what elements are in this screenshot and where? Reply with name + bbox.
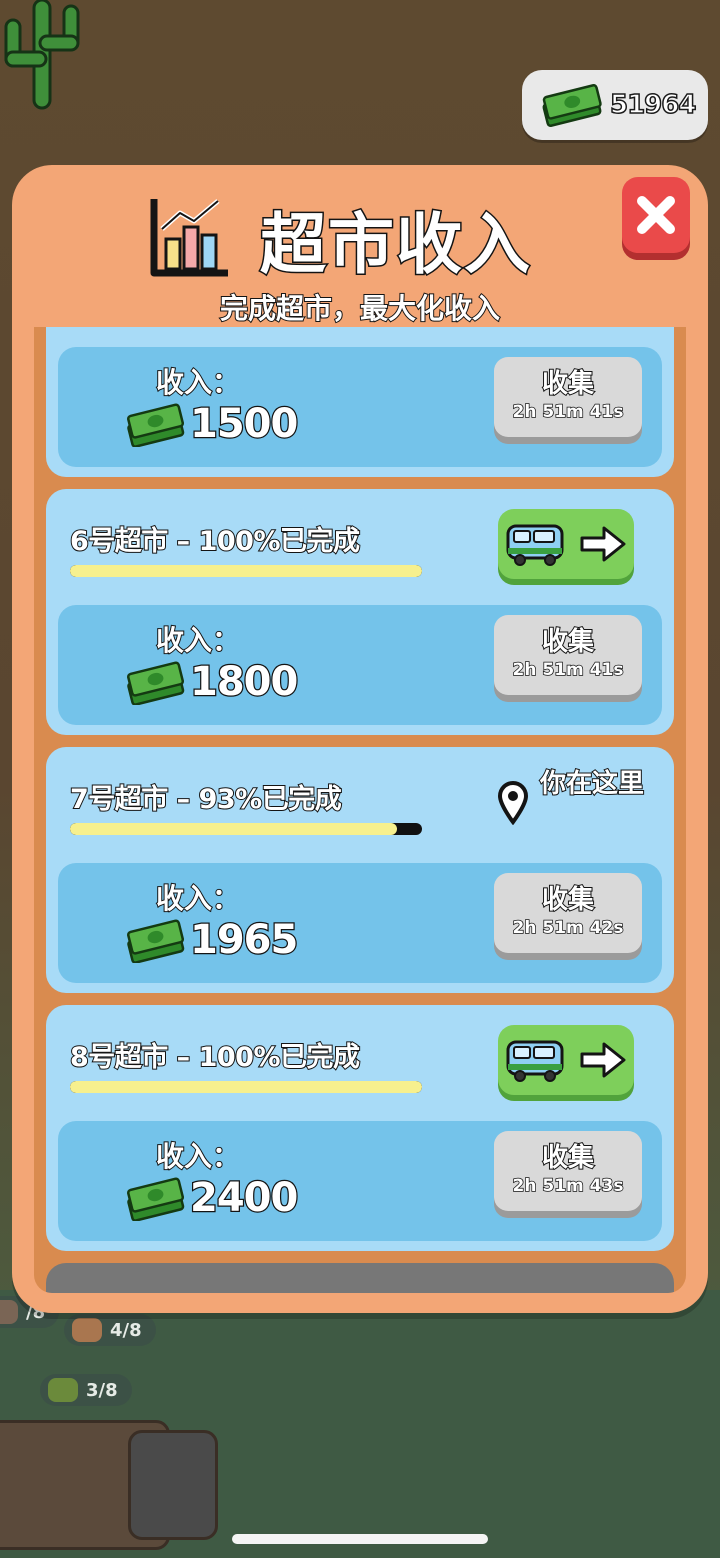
supermarket-income-dialog: 超市收入 完成超市，最大化收入 收入： 1500 收集 2h 51m 41s 6… bbox=[12, 165, 708, 1313]
supermarket-card: 7号超市 – 93%已完成 你在这里 收入： 1965 收集 2h 51m 42… bbox=[46, 747, 674, 993]
income-box: 收入： 1500 收集 2h 51m 41s bbox=[58, 347, 662, 467]
stock-counter: 4/8 bbox=[64, 1314, 156, 1346]
progress-bar bbox=[70, 565, 422, 577]
locked-supermarket-card bbox=[46, 1263, 674, 1293]
income-label: 收入： bbox=[155, 1139, 241, 1174]
collect-label: 收集 bbox=[541, 368, 595, 400]
income-value: 1965 bbox=[189, 916, 300, 965]
income-box: 收入： 2400 收集 2h 51m 43s bbox=[58, 1121, 662, 1241]
travel-button[interactable] bbox=[498, 1025, 634, 1095]
income-value: 2400 bbox=[189, 1174, 300, 1223]
stock-counter: 3/8 bbox=[40, 1374, 132, 1406]
collect-timer: 2h 51m 43s bbox=[512, 1175, 624, 1197]
dialog-title: 超市收入 bbox=[259, 205, 532, 285]
here-label: 你在这里 bbox=[539, 768, 645, 800]
income-label: 收入： bbox=[155, 881, 241, 916]
collect-label: 收集 bbox=[541, 1142, 595, 1174]
progress-bar bbox=[70, 823, 422, 835]
collect-button[interactable]: 收集 2h 51m 42s bbox=[494, 873, 642, 953]
progress-bar bbox=[70, 1081, 422, 1093]
close-icon bbox=[637, 196, 675, 234]
location-pin-icon bbox=[497, 781, 529, 825]
collect-timer: 2h 51m 41s bbox=[512, 659, 624, 681]
travel-button[interactable] bbox=[498, 509, 634, 579]
home-indicator bbox=[232, 1534, 488, 1544]
arrow-right-icon bbox=[580, 1042, 626, 1078]
arrow-right-icon bbox=[580, 526, 626, 562]
supermarket-card: 8号超市 – 100%已完成 收入： 2400 收集 2h 51m 43s bbox=[46, 1005, 674, 1251]
supermarket-name: 7号超市 – 93%已完成 bbox=[69, 783, 343, 816]
collect-timer: 2h 51m 42s bbox=[512, 917, 624, 939]
money-value: 51964 bbox=[609, 89, 697, 121]
collect-label: 收集 bbox=[541, 626, 595, 658]
cash-icon bbox=[127, 403, 185, 447]
income-label: 收入： bbox=[155, 623, 241, 658]
cash-icon bbox=[127, 661, 185, 705]
current-location-marker: 你在这里 bbox=[496, 767, 646, 837]
cactus-icon bbox=[4, 0, 80, 110]
money-counter: 51964 bbox=[522, 70, 708, 140]
stock-counter-value: 3/8 bbox=[86, 1379, 118, 1401]
collect-button[interactable]: 收集 2h 51m 41s bbox=[494, 615, 642, 695]
supermarket-list[interactable]: 收入： 1500 收集 2h 51m 41s 6号超市 – 100%已完成 收入… bbox=[34, 327, 686, 1293]
collect-label: 收集 bbox=[541, 884, 595, 916]
bus-icon bbox=[506, 1040, 564, 1082]
income-value: 1800 bbox=[189, 658, 300, 707]
cash-icon bbox=[127, 1177, 185, 1221]
supermarket-name: 6号超市 – 100%已完成 bbox=[69, 525, 361, 558]
income-value: 1500 bbox=[189, 400, 300, 449]
close-button[interactable] bbox=[622, 177, 690, 253]
dialog-header: 超市收入 完成超市，最大化收入 bbox=[12, 165, 708, 327]
background-machine bbox=[128, 1430, 218, 1540]
cash-icon bbox=[127, 919, 185, 963]
supermarket-card: 6号超市 – 100%已完成 收入： 1800 收集 2h 51m 41s bbox=[46, 489, 674, 735]
cash-icon bbox=[542, 84, 602, 127]
income-box: 收入： 1800 收集 2h 51m 41s bbox=[58, 605, 662, 725]
dialog-subtitle: 完成超市，最大化收入 bbox=[219, 291, 501, 326]
collect-timer: 2h 51m 41s bbox=[512, 401, 624, 423]
supermarket-card: 收入： 1500 收集 2h 51m 41s bbox=[46, 327, 674, 477]
stock-counter-value: 4/8 bbox=[110, 1319, 142, 1341]
bus-icon bbox=[506, 524, 564, 566]
progress-fill bbox=[70, 565, 422, 577]
progress-fill bbox=[70, 823, 398, 835]
chart-icon bbox=[150, 199, 228, 277]
supermarket-name: 8号超市 – 100%已完成 bbox=[69, 1041, 361, 1074]
income-label: 收入： bbox=[155, 365, 241, 400]
collect-button[interactable]: 收集 2h 51m 43s bbox=[494, 1131, 642, 1211]
progress-fill bbox=[70, 1081, 422, 1093]
collect-button[interactable]: 收集 2h 51m 41s bbox=[494, 357, 642, 437]
income-box: 收入： 1965 收集 2h 51m 42s bbox=[58, 863, 662, 983]
